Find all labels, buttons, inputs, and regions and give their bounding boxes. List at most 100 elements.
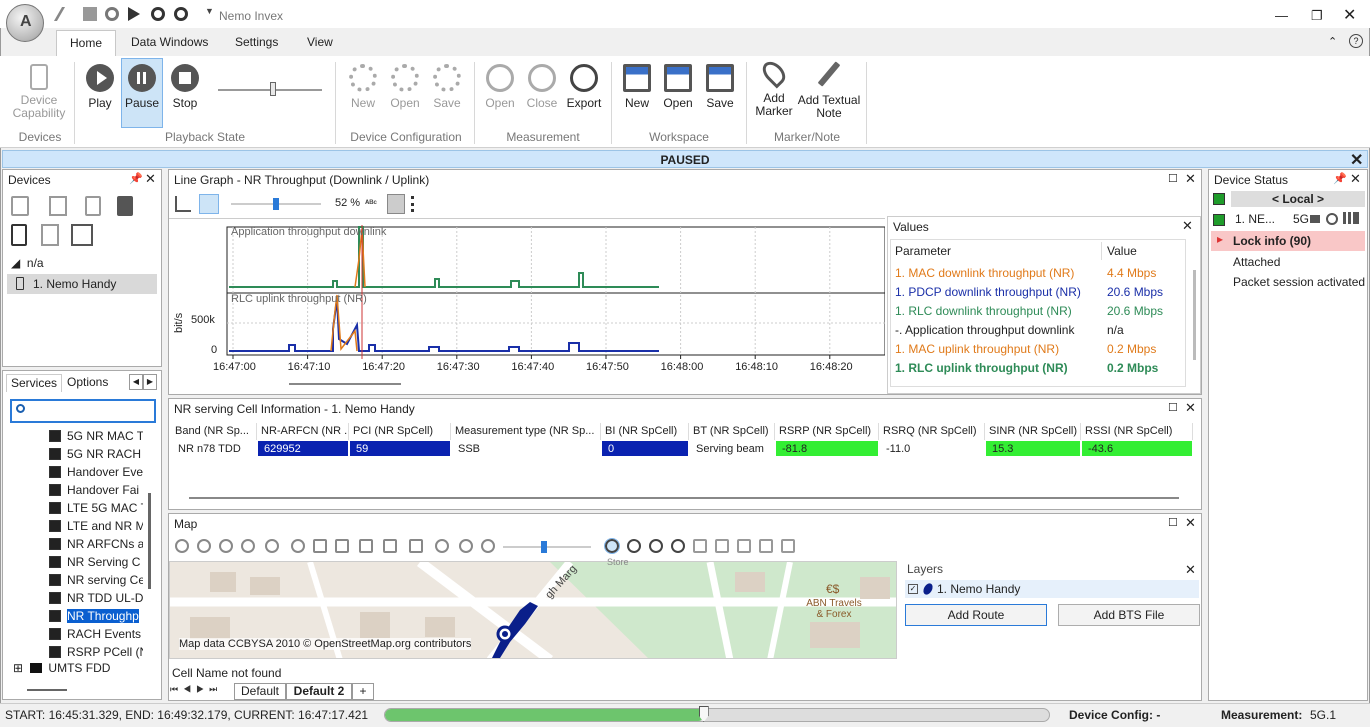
play-icon[interactable]: [128, 7, 140, 21]
measurement-export-button[interactable]: Export: [563, 64, 605, 110]
measurement-open-button[interactable]: Open: [481, 64, 519, 110]
service-item[interactable]: 5G NR RACH: [49, 445, 143, 463]
measure-icon[interactable]: [737, 539, 751, 553]
service-item[interactable]: NR ARFCNs a: [49, 535, 143, 553]
services-hscrollbar[interactable]: [27, 689, 67, 691]
service-item[interactable]: NR Throughp: [49, 607, 143, 625]
services-scrollbar[interactable]: [148, 493, 151, 589]
map-close-icon[interactable]: ✕: [1185, 515, 1196, 531]
device-add-icon[interactable]: [11, 196, 29, 216]
eye-icon[interactable]: [435, 539, 449, 553]
restore-button[interactable]: ❐: [1311, 8, 1323, 24]
minimize-button[interactable]: —: [1275, 8, 1288, 23]
device-scan-icon[interactable]: [11, 224, 27, 246]
marker-nav-icon[interactable]: [387, 194, 405, 214]
device-capability-button[interactable]: Device Capability: [10, 64, 68, 120]
cell-info-header[interactable]: Band (NR Sp...: [171, 423, 257, 440]
tab-services[interactable]: Services: [6, 374, 63, 392]
tab-settings[interactable]: Settings: [222, 30, 291, 56]
copy-icon[interactable]: [291, 539, 305, 553]
world-icon[interactable]: [219, 539, 233, 553]
help-icon[interactable]: ?: [1349, 34, 1363, 48]
tab-view[interactable]: View: [294, 30, 346, 56]
devices-close-icon[interactable]: ✕: [145, 171, 156, 187]
values-row-parameter[interactable]: -. Application throughput downlink: [895, 321, 1074, 340]
playback-progress-bar[interactable]: [384, 708, 1050, 722]
values-row-parameter[interactable]: 1. RLC uplink throughput (NR): [895, 359, 1068, 378]
values-scrollbar[interactable]: [1193, 270, 1196, 360]
record-icon[interactable]: [105, 7, 119, 21]
pin-point-icon[interactable]: [781, 539, 795, 553]
pan-icon[interactable]: [715, 539, 729, 553]
chart-icon[interactable]: [175, 196, 191, 212]
sheet-tab-default[interactable]: Default: [234, 683, 286, 700]
cell-info-header[interactable]: RSSI (NR SpCell): [1081, 423, 1193, 440]
route-c-icon[interactable]: [359, 539, 373, 553]
map-zoom-icon[interactable]: [265, 539, 279, 553]
services-search-input[interactable]: [10, 399, 156, 423]
target-icon[interactable]: [459, 539, 473, 553]
layers-close-icon[interactable]: ✕: [1185, 562, 1196, 578]
maximize-icon[interactable]: ☐: [1168, 516, 1178, 529]
service-item[interactable]: RACH Events: [49, 625, 143, 643]
add-marker-button[interactable]: Add Marker: [752, 57, 796, 118]
abc-icon[interactable]: ᴬᴮᶜ: [365, 198, 377, 208]
device-settings-icon[interactable]: [49, 196, 67, 216]
zoom-fit-icon[interactable]: [649, 539, 663, 553]
quick-access-dropdown-icon[interactable]: ▼: [205, 6, 214, 16]
playback-speed-thumb[interactable]: [270, 82, 276, 96]
cell-info-header[interactable]: RSRQ (NR SpCell): [879, 423, 985, 440]
pin-icon[interactable]: 📌: [1333, 172, 1347, 185]
cell-info-hscrollbar[interactable]: [189, 497, 1179, 499]
tabs-scroll-right[interactable]: ▶: [143, 374, 157, 390]
stop-button[interactable]: Stop: [165, 64, 205, 110]
ruler-icon[interactable]: [759, 539, 773, 553]
config-save-button[interactable]: Save: [428, 64, 466, 110]
tab-data-windows[interactable]: Data Windows: [118, 30, 221, 56]
tree-root[interactable]: ◢ n/a: [11, 254, 44, 272]
service-item[interactable]: LTE 5G MAC T: [49, 499, 143, 517]
local-selector[interactable]: < Local >: [1231, 191, 1365, 207]
cell-info-header[interactable]: RSRP (NR SpCell): [775, 423, 879, 440]
service-item[interactable]: NR TDD UL-D: [49, 589, 143, 607]
tab-home[interactable]: Home: [56, 30, 117, 56]
values-row-parameter[interactable]: 1. MAC uplink throughput (NR): [895, 340, 1059, 359]
values-close-icon[interactable]: ✕: [1182, 218, 1193, 234]
device-status-close-icon[interactable]: ✕: [1350, 171, 1361, 187]
tree-folder-umts[interactable]: ⊞ UMTS FDD: [13, 659, 110, 677]
device-phone-icon[interactable]: [85, 196, 101, 216]
zoom-region-icon[interactable]: [671, 539, 685, 553]
cell-info-header[interactable]: SINR (NR SpCell): [985, 423, 1081, 440]
maximize-icon[interactable]: ☐: [1168, 172, 1178, 185]
collapse-ribbon-icon[interactable]: ⌃: [1328, 35, 1337, 48]
service-item[interactable]: Handover Fai: [49, 481, 143, 499]
map-zoom-thumb[interactable]: [541, 541, 547, 553]
legend-list-icon[interactable]: [411, 196, 427, 212]
sheet-tab-add[interactable]: +: [352, 683, 374, 700]
pause-button[interactable]: Pause: [121, 58, 163, 128]
values-row-parameter[interactable]: 1. PDCP downlink throughput (NR): [895, 283, 1081, 302]
add-bts-file-button[interactable]: Add BTS File: [1058, 604, 1200, 626]
globe-icon[interactable]: [175, 539, 189, 553]
zoom-slider-thumb[interactable]: [273, 198, 279, 210]
play-button[interactable]: Play: [80, 64, 120, 110]
layer-checkbox[interactable]: ✓: [908, 584, 918, 594]
workspace-new-button[interactable]: New: [618, 64, 656, 110]
pin-icon[interactable]: 📌: [129, 172, 143, 185]
sheet-tab-default-2[interactable]: Default 2: [286, 683, 352, 700]
pointer-icon[interactable]: [409, 539, 423, 553]
add-note-button[interactable]: Add Textual Note: [796, 60, 862, 120]
config-new-button[interactable]: New: [344, 64, 382, 110]
close-button[interactable]: ✕: [1343, 5, 1356, 25]
map-zoom-slider[interactable]: [503, 546, 591, 548]
cell-info-header[interactable]: BT (NR SpCell): [689, 423, 775, 440]
service-item[interactable]: NR Serving C: [49, 553, 143, 571]
workspace-save-button[interactable]: Save: [701, 64, 739, 110]
globe-refresh-icon[interactable]: [197, 539, 211, 553]
maximize-icon[interactable]: ☐: [1168, 401, 1178, 414]
service-item[interactable]: NR serving Ce: [49, 571, 143, 589]
cell-info-header[interactable]: NR-ARFCN (NR ...: [257, 423, 349, 440]
route-d-icon[interactable]: [383, 539, 397, 553]
zoom-out-icon[interactable]: [627, 539, 641, 553]
cell-info-header[interactable]: Measurement type (NR Sp...: [451, 423, 601, 440]
